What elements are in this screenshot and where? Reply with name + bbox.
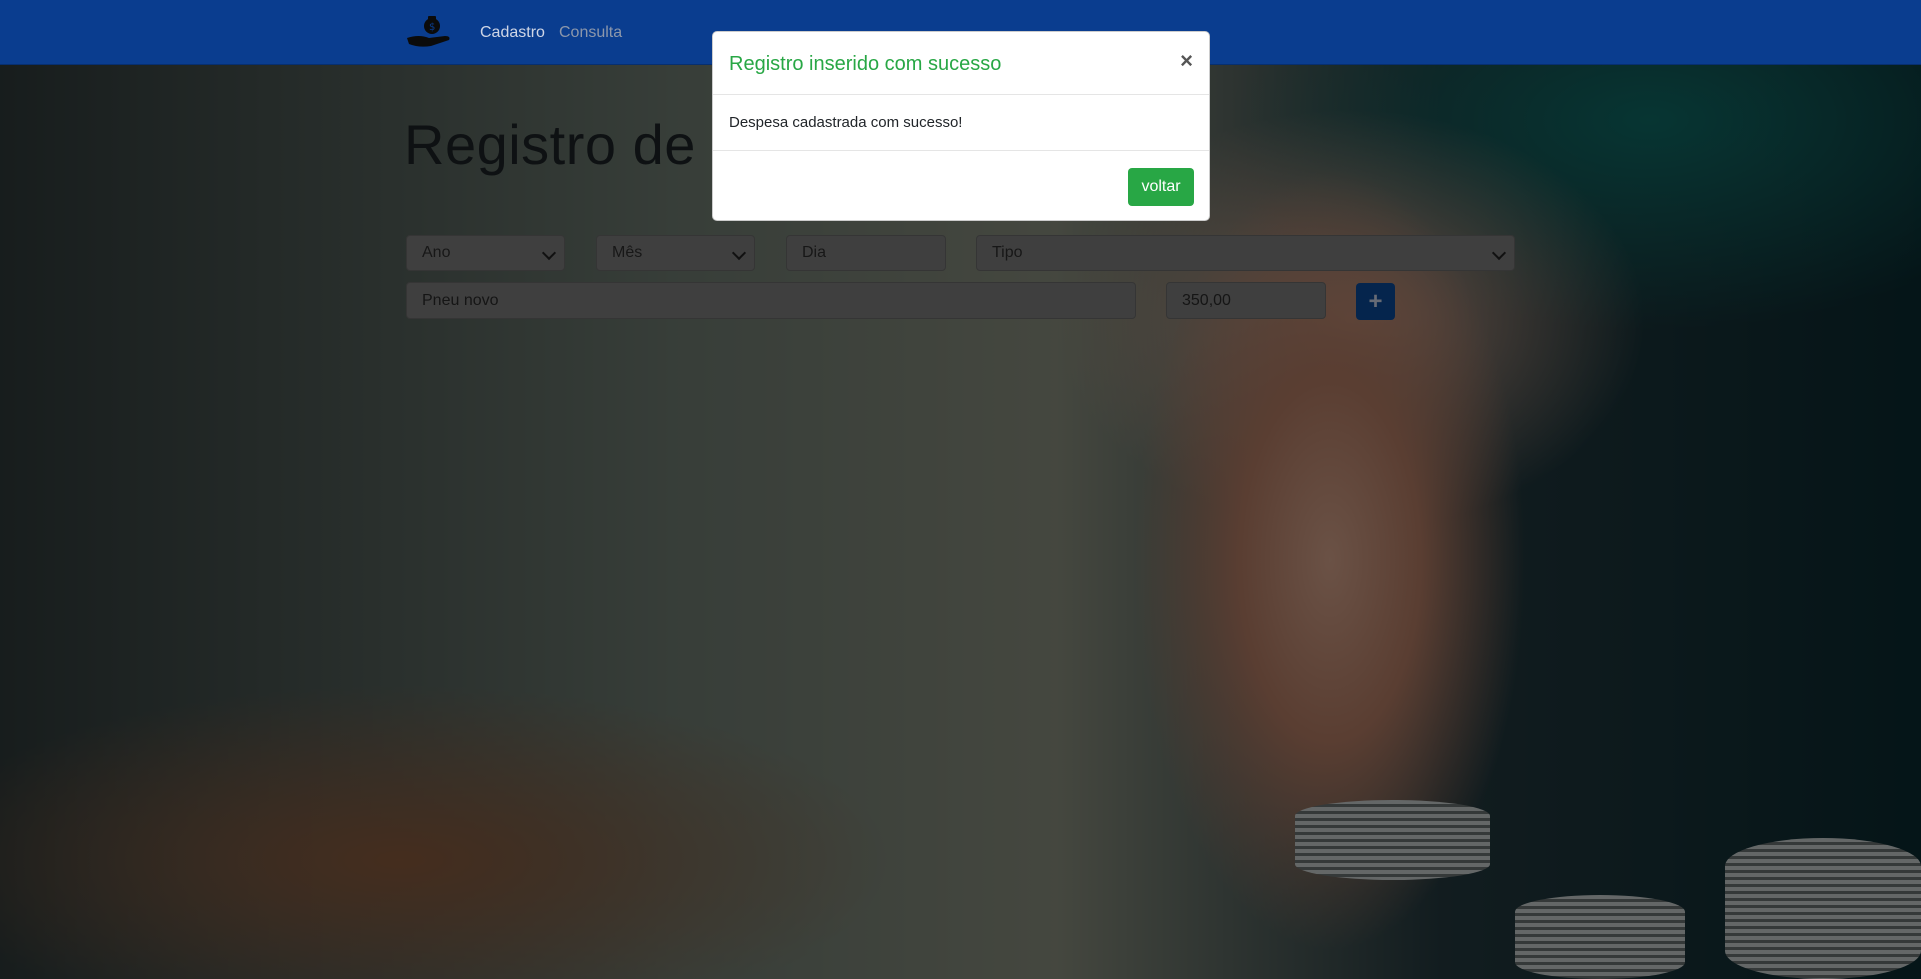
back-button[interactable]: voltar (1128, 168, 1194, 206)
success-modal: Registro inserido com sucesso × Despesa … (712, 31, 1210, 221)
money-bag-hand-icon[interactable]: $ (405, 14, 453, 50)
svg-text:$: $ (429, 22, 435, 33)
modal-message: Despesa cadastrada com sucesso! (729, 114, 963, 131)
close-icon[interactable]: × (1180, 50, 1193, 72)
modal-header: Registro inserido com sucesso × (713, 32, 1209, 95)
nav-link-cadastro[interactable]: Cadastro (480, 24, 545, 42)
nav-link-consulta[interactable]: Consulta (559, 24, 622, 42)
modal-footer: voltar (713, 150, 1209, 223)
modal-title: Registro inserido com sucesso (729, 53, 1002, 75)
